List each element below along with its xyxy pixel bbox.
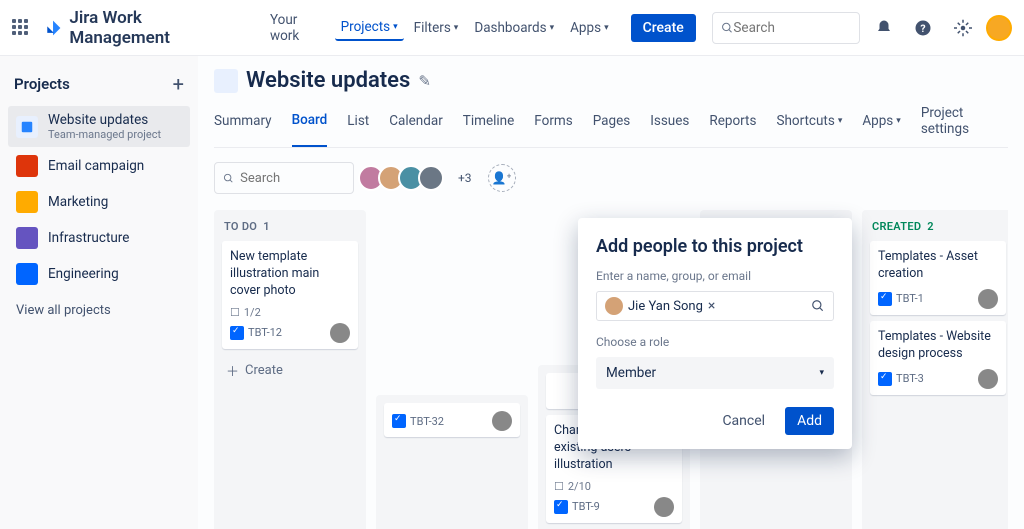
tab-issues[interactable]: Issues	[650, 105, 689, 147]
column-created: CREATED2 Templates - Asset creation TBT-…	[862, 210, 1008, 529]
app-switcher-icon[interactable]	[12, 19, 30, 37]
assignee-avatar[interactable]	[330, 323, 350, 343]
add-button[interactable]: Add	[785, 407, 834, 435]
role-select[interactable]: Member ▾	[596, 357, 834, 389]
nav-apps[interactable]: Apps▾	[564, 16, 614, 40]
chevron-down-icon: ▾	[393, 22, 398, 32]
role-label: Choose a role	[596, 335, 834, 349]
remove-chip-icon[interactable]: ×	[708, 298, 715, 314]
tab-shortcuts[interactable]: Shortcuts▾	[776, 105, 842, 147]
column-partial-1: TBT-32	[376, 395, 528, 529]
chevron-down-icon: ▾	[819, 368, 824, 378]
card[interactable]: Templates - Website design process TBT-3	[870, 321, 1006, 395]
tab-calendar[interactable]: Calendar	[389, 105, 443, 147]
card[interactable]: TBT-32	[384, 403, 520, 437]
sidebar-title: Projects	[14, 75, 70, 93]
nav-your-work[interactable]: Your work	[264, 8, 331, 48]
project-content: Website updates ✎ Summary Board List Cal…	[198, 56, 1024, 529]
nav-dashboards[interactable]: Dashboards▾	[468, 16, 560, 40]
create-button[interactable]: Create	[631, 14, 696, 42]
profile-avatar[interactable]	[986, 15, 1012, 41]
cancel-button[interactable]: Cancel	[712, 407, 775, 435]
column-todo: TO DO1 New template illustration main co…	[214, 210, 366, 529]
task-type-icon	[230, 326, 244, 340]
settings-icon[interactable]	[947, 12, 979, 44]
subtask-count: ☐ 1/2	[230, 306, 350, 319]
project-title: Website updates	[246, 68, 410, 93]
help-icon[interactable]: ?	[907, 12, 939, 44]
people-picker[interactable]: Jie Yan Song ×	[596, 291, 834, 321]
board-search-input[interactable]	[240, 171, 345, 186]
global-search-input[interactable]	[733, 20, 850, 36]
card[interactable]: Templates - Asset creation TBT-1	[870, 241, 1006, 315]
person-chip[interactable]: Jie Yan Song ×	[605, 297, 715, 315]
sidebar-item-marketing[interactable]: Marketing	[8, 185, 190, 219]
modal-title: Add people to this project	[596, 236, 834, 257]
chip-avatar	[605, 297, 623, 315]
avatar-overflow[interactable]: +3	[458, 171, 472, 185]
search-icon	[811, 299, 825, 313]
create-card-button[interactable]: ＋ Create	[222, 355, 358, 386]
edit-title-icon[interactable]: ✎	[418, 72, 431, 90]
view-all-projects-link[interactable]: View all projects	[8, 293, 190, 328]
tab-list[interactable]: List	[347, 105, 369, 147]
sidebar: Projects + Website updatesTeam-managed p…	[0, 56, 198, 529]
board-search[interactable]	[214, 162, 354, 194]
project-icon	[214, 69, 238, 93]
svg-text:?: ?	[920, 21, 925, 34]
sidebar-item-email-campaign[interactable]: Email campaign	[8, 149, 190, 183]
tab-timeline[interactable]: Timeline	[463, 105, 515, 147]
topbar: Jira Work Management Your work Projects▾…	[0, 0, 1024, 56]
tab-pages[interactable]: Pages	[593, 105, 631, 147]
tab-summary[interactable]: Summary	[214, 105, 272, 147]
tab-apps[interactable]: Apps▾	[862, 105, 900, 147]
name-hint: Enter a name, group, or email	[596, 269, 834, 283]
tab-project-settings[interactable]: Project settings	[921, 105, 1008, 147]
nav-filters[interactable]: Filters▾	[408, 16, 465, 40]
product-name: Jira Work Management	[69, 8, 244, 48]
sidebar-item-website-updates[interactable]: Website updatesTeam-managed project	[8, 106, 190, 147]
member-avatars[interactable]	[364, 165, 444, 191]
tab-reports[interactable]: Reports	[709, 105, 756, 147]
tab-board[interactable]: Board	[292, 105, 328, 147]
card[interactable]: New template illustration main cover pho…	[222, 241, 358, 349]
add-people-button[interactable]: 👤⁺	[488, 164, 516, 192]
notifications-icon[interactable]	[868, 12, 900, 44]
sidebar-item-engineering[interactable]: Engineering	[8, 257, 190, 291]
nav-projects[interactable]: Projects▾	[335, 15, 404, 41]
global-nav: Your work Projects▾ Filters▾ Dashboards▾…	[264, 8, 615, 48]
add-people-modal: Add people to this project Enter a name,…	[578, 218, 852, 449]
sidebar-item-infrastructure[interactable]: Infrastructure	[8, 221, 190, 255]
project-tabs: Summary Board List Calendar Timeline For…	[214, 105, 1008, 148]
tab-forms[interactable]: Forms	[534, 105, 572, 147]
product-logo[interactable]: Jira Work Management	[44, 8, 244, 48]
add-project-icon[interactable]: +	[173, 72, 184, 96]
global-search[interactable]	[712, 12, 860, 44]
